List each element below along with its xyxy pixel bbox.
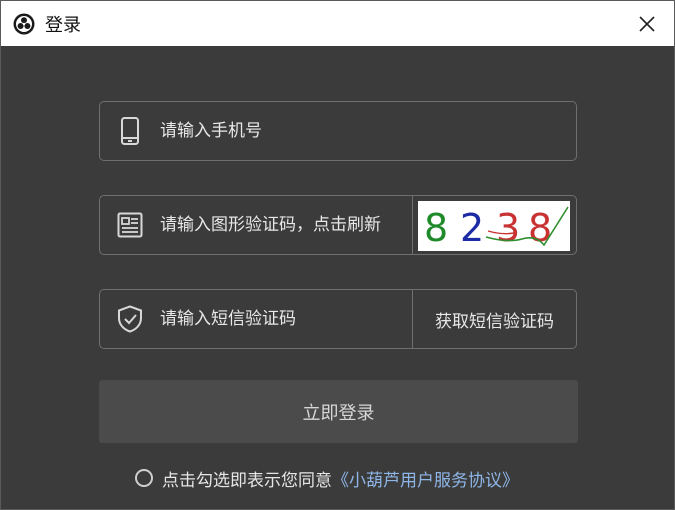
captcha-image[interactable]: 8 2 3 8 [418,201,570,251]
title-bar: 登录 [1,1,674,46]
window-title: 登录 [45,14,81,36]
agreement-checkbox[interactable] [135,469,153,487]
image-captcha-field: 8 2 3 8 [99,195,577,255]
app-logo-icon [13,13,35,34]
document-icon [116,211,144,239]
get-sms-code-button[interactable]: 获取短信验证码 [413,290,576,348]
captcha-char: 3 [496,206,520,250]
login-button[interactable]: 立即登录 [99,380,578,443]
agreement-row: 点击勾选即表示您同意 《小葫芦用户服务协议》 [135,466,519,491]
image-captcha-input[interactable] [158,214,412,236]
login-window: 登录 请输入手机号 请输入图形验证码，点击刷新 8 2 3 8 请输入短信验证码… [0,0,675,510]
sms-code-input[interactable] [158,308,412,330]
shield-check-icon [116,305,144,333]
captcha-char: 8 [528,206,552,250]
agreement-link[interactable]: 《小葫芦用户服务协议》 [332,466,519,491]
agreement-text: 点击勾选即表示您同意 [162,470,332,491]
field-divider [412,196,413,254]
close-icon [639,16,655,32]
phone-icon [116,117,144,145]
captcha-char: 2 [460,206,484,250]
close-button[interactable] [632,9,662,39]
sms-code-field: 获取短信验证码 [99,289,577,349]
phone-input[interactable] [158,120,576,142]
phone-field [99,101,577,161]
captcha-char: 8 [424,206,448,250]
